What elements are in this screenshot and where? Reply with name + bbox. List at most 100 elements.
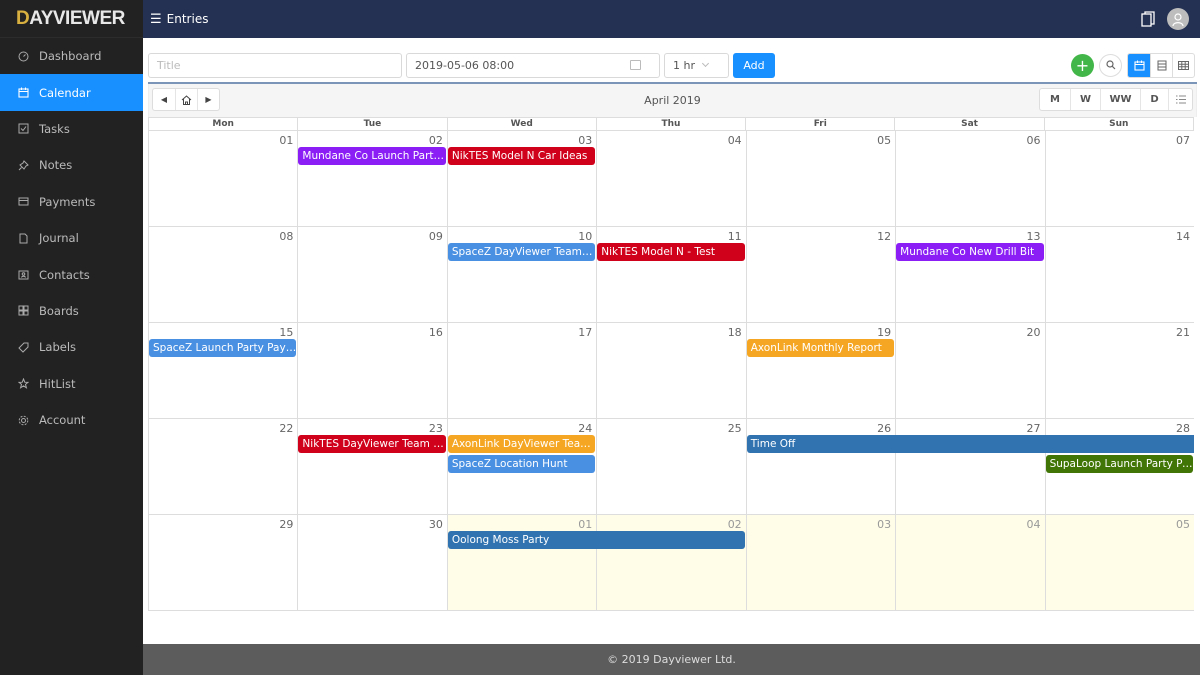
day-cell[interactable]: 05 [745,131,896,226]
day-cell[interactable]: 09 [297,227,447,322]
day-cell[interactable]: 04 [596,131,746,226]
day-cell[interactable]: 01 [446,515,597,610]
day-cell[interactable]: 01 [148,131,298,226]
day-cell[interactable]: 15 [148,323,298,418]
day-cell[interactable]: 18 [596,323,746,418]
contacts-icon [17,269,29,281]
day-cell[interactable]: 14 [1044,227,1194,322]
entries-menu-button[interactable]: ☰ Entries [150,12,208,27]
tag-icon [17,341,29,353]
sidebar-item-labels[interactable]: Labels [0,329,143,365]
clipboard-icon[interactable] [1141,11,1155,27]
day-cell[interactable]: 03 [446,131,597,226]
day-cell[interactable]: 17 [446,323,597,418]
day-number: 05 [1175,518,1190,531]
sidebar-item-boards[interactable]: Boards [0,293,143,329]
list-view-button[interactable] [1150,53,1172,77]
day-number: 15 [279,326,294,339]
day-cell[interactable]: 02 [297,131,447,226]
logo-text: AYVIEWER [29,7,125,29]
day-cell[interactable]: 03 [745,515,896,610]
day-cell[interactable]: 30 [297,515,447,610]
day-cell[interactable]: 12 [745,227,896,322]
day-cell[interactable]: 04 [895,515,1045,610]
duration-select[interactable]: 1 hr [664,52,729,78]
user-avatar[interactable] [1167,8,1189,30]
calendar-event[interactable]: AxonLink Monthly Report [746,339,895,357]
sidebar-item-notes[interactable]: Notes [0,147,143,183]
calendar-event[interactable]: SpaceZ DayViewer Team Ro... [447,243,596,261]
mode-m-button[interactable]: M [1040,89,1070,110]
table-view-button[interactable] [1172,53,1194,77]
new-entry-button[interactable]: + [1071,53,1094,77]
calendar-event[interactable]: Oolong Moss Party [447,531,745,549]
day-number: 13 [1026,230,1041,243]
day-cell[interactable]: 29 [148,515,298,610]
day-cell[interactable]: 11 [596,227,746,322]
calendar-event[interactable]: SpaceZ Location Hunt [447,455,596,473]
weekday-thu: Thu [595,118,745,130]
search-button[interactable] [1099,53,1122,77]
day-cell[interactable]: 23 [297,419,447,514]
list-icon [1175,95,1186,104]
day-number: 21 [1175,326,1190,339]
calendar-view-button[interactable] [1128,53,1150,77]
sidebar-item-contacts[interactable]: Contacts [0,256,143,292]
day-cell[interactable]: 07 [1044,131,1194,226]
day-number: 26 [877,422,892,435]
day-cell[interactable]: 05 [1044,515,1194,610]
caret-right-icon: ▶ [205,95,212,104]
day-number: 18 [727,326,742,339]
mode-ww-button[interactable]: WW [1100,89,1140,110]
sidebar-item-calendar[interactable]: Calendar [0,74,143,111]
calendar-event[interactable]: SpaceZ Launch Party Paym... [149,339,297,357]
calendar-event[interactable]: Mundane Co New Drill Bit [896,243,1044,261]
day-number: 09 [428,230,443,243]
card-icon [17,196,29,208]
sidebar-item-payments[interactable]: Payments [0,184,143,220]
mode-d-button[interactable]: D [1140,89,1168,110]
add-button[interactable]: Add [733,52,775,78]
agenda-view-button[interactable] [1168,89,1192,110]
day-cell[interactable]: 27 [895,419,1045,514]
sidebar-item-label: Tasks [39,121,70,136]
home-icon [181,94,192,105]
top-bar: ☰ Entries [143,0,1200,38]
sidebar-item-label: Labels [39,340,77,355]
calendar-picker-icon[interactable] [630,59,641,70]
day-cell[interactable]: 16 [297,323,447,418]
day-cell[interactable]: 26 [745,419,896,514]
day-cell[interactable]: 22 [148,419,298,514]
mode-w-button[interactable]: W [1070,89,1100,110]
day-cell[interactable]: 19 [745,323,896,418]
sidebar-item-account[interactable]: Account [0,402,143,438]
calendar-event[interactable]: NikTES Model N Car Ideas [447,147,596,165]
sidebar-item-hitlist[interactable]: HitList [0,366,143,402]
prev-month-button[interactable]: ◀ [153,89,175,110]
day-cell[interactable]: 13 [895,227,1045,322]
day-cell[interactable]: 10 [446,227,597,322]
sidebar-item-dashboard[interactable]: Dashboard [0,38,143,74]
sidebar-item-journal[interactable]: Journal [0,220,143,256]
title-input[interactable]: Title [148,52,402,78]
calendar-event[interactable]: NikTES DayViewer Team Room [298,435,446,453]
user-icon [1172,12,1184,26]
day-cell[interactable]: 20 [895,323,1045,418]
calendar-event[interactable]: NikTES Model N - Test [597,243,745,261]
day-cell[interactable]: 06 [895,131,1045,226]
calendar-event[interactable]: Time Off [746,435,1194,453]
today-button[interactable] [175,89,197,110]
next-month-button[interactable]: ▶ [197,89,219,110]
day-number: 14 [1175,230,1190,243]
dayviewer-logo[interactable]: D AYVIEWER [0,0,143,38]
day-cell[interactable]: 02 [596,515,746,610]
calendar-event[interactable]: AxonLink DayViewer Team ... [447,435,596,453]
datetime-input[interactable]: 2019-05-06 08:00 [406,52,660,78]
sidebar-item-tasks[interactable]: Tasks [0,111,143,147]
day-cell[interactable]: 21 [1044,323,1194,418]
day-cell[interactable]: 25 [596,419,746,514]
hamburger-icon: ☰ [150,11,162,27]
calendar-event[interactable]: SupaLoop Launch Party Pa... [1045,455,1193,473]
calendar-event[interactable]: Mundane Co Launch Party ... [298,147,446,165]
day-cell[interactable]: 08 [148,227,298,322]
